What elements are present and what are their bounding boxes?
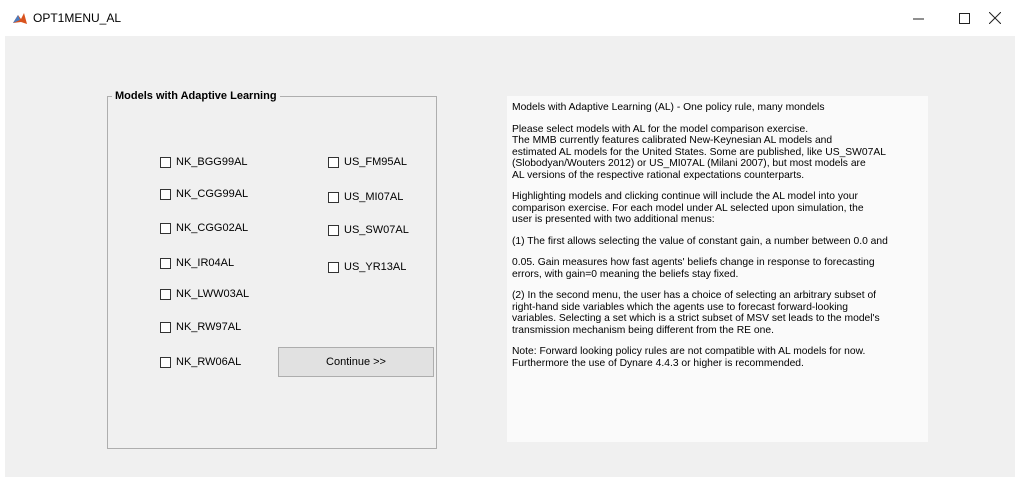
checkbox-nk-rw97al[interactable]: NK_RW97AL	[160, 321, 241, 333]
checkbox-box[interactable]	[160, 288, 171, 300]
window-title: OPT1MENU_AL	[33, 11, 122, 25]
figure-client-area: Models with Adaptive Learning NK_BGG99AL…	[5, 36, 1015, 477]
checkbox-nk-bgg99al[interactable]: NK_BGG99AL	[160, 156, 248, 168]
continue-button[interactable]: Continue >>	[278, 347, 434, 377]
minimize-button[interactable]	[895, 0, 941, 36]
checkbox-box[interactable]	[328, 156, 339, 168]
checkbox-box[interactable]	[328, 224, 339, 236]
checkbox-us-sw07al[interactable]: US_SW07AL	[328, 224, 409, 236]
title-bar: OPT1MENU_AL	[0, 0, 1017, 36]
checkbox-label: US_MI07AL	[344, 191, 404, 203]
checkbox-label: NK_CGG02AL	[176, 222, 249, 234]
checkbox-label: NK_RW97AL	[176, 321, 242, 333]
checkbox-nk-ir04al[interactable]: NK_IR04AL	[160, 257, 234, 269]
checkbox-nk-cgg02al[interactable]: NK_CGG02AL	[160, 222, 248, 234]
checkbox-label: US_YR13AL	[344, 261, 407, 273]
info-paragraph: Highlighting models and clicking continu…	[512, 191, 864, 225]
close-button[interactable]	[972, 0, 1017, 36]
checkbox-nk-rw06al[interactable]: NK_RW06AL	[160, 356, 241, 368]
checkbox-label: NK_IR04AL	[176, 257, 235, 269]
checkbox-nk-lww03al[interactable]: NK_LWW03AL	[160, 288, 249, 300]
checkbox-us-mi07al[interactable]: US_MI07AL	[328, 191, 403, 203]
info-paragraph: (1) The first allows selecting the value…	[512, 235, 888, 247]
checkbox-us-yr13al[interactable]: US_YR13AL	[328, 261, 406, 273]
info-note: Note: Forward looking policy rules are n…	[512, 346, 866, 369]
maximize-icon	[958, 12, 970, 24]
checkbox-label: NK_BGG99AL	[176, 156, 248, 168]
info-paragraph: 0.05. Gain measures how fast agents' bel…	[512, 257, 875, 280]
info-text-panel: Models with Adaptive Learning (AL) - One…	[507, 96, 928, 442]
close-icon	[989, 12, 1001, 24]
checkbox-box[interactable]	[160, 188, 171, 200]
info-heading: Models with Adaptive Learning (AL) - One…	[512, 102, 825, 113]
checkbox-label: US_SW07AL	[344, 224, 409, 236]
checkbox-box[interactable]	[160, 257, 171, 269]
checkbox-box[interactable]	[328, 261, 339, 273]
checkbox-box[interactable]	[160, 222, 171, 234]
checkbox-label: US_FM95AL	[344, 156, 407, 168]
checkbox-label: NK_CGG99AL	[176, 188, 249, 200]
matlab-icon	[13, 13, 27, 24]
checkbox-box[interactable]	[160, 321, 171, 333]
panel-title: Models with Adaptive Learning	[112, 90, 280, 102]
info-paragraph: (2) In the second menu, the user has a c…	[512, 290, 880, 336]
checkbox-us-fm95al[interactable]: US_FM95AL	[328, 156, 407, 168]
checkbox-box[interactable]	[328, 191, 339, 203]
checkbox-box[interactable]	[160, 156, 171, 168]
info-paragraph: Please select models with AL for the mod…	[512, 123, 886, 181]
checkbox-nk-cgg99al[interactable]: NK_CGG99AL	[160, 188, 248, 200]
minimize-icon	[912, 18, 924, 19]
checkbox-box[interactable]	[160, 356, 171, 368]
checkbox-label: NK_LWW03AL	[176, 288, 250, 300]
checkbox-label: NK_RW06AL	[176, 356, 242, 368]
